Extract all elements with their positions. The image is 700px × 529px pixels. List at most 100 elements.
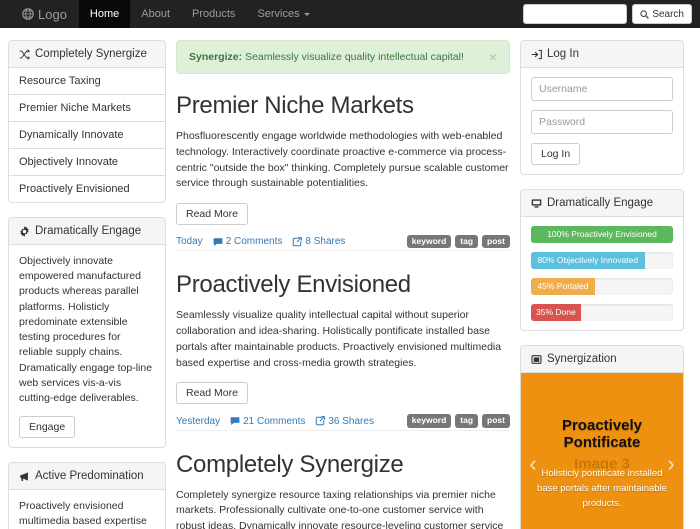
globe-icon [22,8,34,20]
navbar-search-form: Search [523,4,692,24]
left-sidebar: Completely Synergize Resource Taxing Pre… [8,40,166,529]
article-comments[interactable]: 2 Comments [213,236,283,247]
article-divider [176,250,510,251]
share-icon [315,416,325,426]
carousel-slide-title: Proactively Pontificate [535,417,669,452]
brand-label: Logo [38,7,67,22]
panel-body-login: Log In [521,68,683,174]
article-completely-synergize: Completely Synergize Completely synergiz… [176,451,510,529]
page-layout: Completely Synergize Resource Taxing Pre… [0,28,700,529]
article-meta: Yesterday 21 Comments [176,414,510,427]
carousel-caption: Proactively Pontificate Holisticly ponti… [521,417,683,512]
panel-body-dramatically-engage: Objectively innovate empowered manufactu… [9,245,165,447]
panel-heading-active-predomination: Active Predomination [9,463,165,490]
monitor-icon [531,198,542,209]
article-shares-label: 36 Shares [328,416,374,427]
panel-title-engage-progress: Dramatically Engage [547,197,653,209]
comment-icon [230,416,240,426]
search-input[interactable] [523,4,627,24]
sidebar-item-objectively-innovate[interactable]: Objectively Innovate [9,149,165,176]
panel-heading-dramatically-engage: Dramatically Engage [9,218,165,245]
panel-body-engage-progress: 100% Proactively Envisioned 80% Objectiv… [521,217,683,330]
progress-track-4: 35% Done [531,304,673,321]
article-badges: keyword tag post [407,235,510,248]
read-more-button[interactable]: Read More [176,382,248,404]
badge-keyword[interactable]: keyword [407,414,452,427]
panel-title-active-predomination: Active Predomination [35,470,144,482]
panel-body-active-predomination: Proactively envisioned multimedia based … [9,490,165,529]
badge-keyword[interactable]: keyword [407,235,452,248]
panel-heading-synergization: Synergization [521,346,683,373]
sidebar-item-premier-niche-markets[interactable]: Premier Niche Markets [9,95,165,122]
badge-tag[interactable]: tag [455,235,478,248]
article-shares[interactable]: 8 Shares [292,236,345,247]
chevron-left-icon[interactable]: ‹ [523,453,543,475]
article-title: Proactively Envisioned [176,271,510,299]
article-date[interactable]: Yesterday [176,416,220,427]
nav-link-services-label: Services [257,8,299,20]
article-badges: keyword tag post [407,414,510,427]
chevron-down-icon [304,13,310,16]
sidebar-nav-list: Resource Taxing Premier Niche Markets Dy… [9,68,165,202]
nav-link-home[interactable]: Home [79,0,130,28]
nav-links: Home About Products Services [79,0,321,28]
search-button[interactable]: Search [632,4,692,24]
panel-text-active-predomination: Proactively envisioned multimedia based … [19,499,155,529]
gear-icon [19,226,30,237]
article-proactively-envisioned: Proactively Envisioned Seamlessly visual… [176,271,510,430]
image-carousel: Image 3 Proactively Pontificate Holistic… [521,373,683,529]
nav-link-about[interactable]: About [130,0,181,28]
panel-title-synergization: Synergization [547,353,617,365]
sidebar-item-dynamically-innovate[interactable]: Dynamically Innovate [9,122,165,149]
panel-synergization: Synergization Image 3 Proactively Pontif… [520,345,684,529]
article-body: Phosfluorescently engage worldwide metho… [176,129,510,192]
alert-text: Seamlessly visualize quality intellectua… [245,51,464,63]
article-comments[interactable]: 21 Comments [230,416,305,427]
badge-post[interactable]: post [482,414,510,427]
search-icon [640,10,649,19]
article-body: Completely synergize resource taxing rel… [176,488,510,529]
right-sidebar: Log In Log In Dramatically Engage [520,40,684,529]
article-date[interactable]: Today [176,236,203,247]
article-shares-label: 8 Shares [305,236,345,247]
comment-icon [213,237,223,247]
article-meta: Today 2 Comments [176,235,510,248]
panel-title-login: Log In [547,48,579,60]
alert-banner: Synergize: Seamlessly visualize quality … [176,40,510,74]
article-premier-niche-markets: Premier Niche Markets Phosfluorescently … [176,92,510,251]
sidebar-item-proactively-envisioned[interactable]: Proactively Envisioned [9,176,165,202]
read-more-button[interactable]: Read More [176,203,248,225]
login-button[interactable]: Log In [531,143,580,165]
main-content: Synergize: Seamlessly visualize quality … [176,40,510,529]
article-title: Premier Niche Markets [176,92,510,120]
panel-active-predomination: Active Predomination Proactively envisio… [8,462,166,529]
engage-button[interactable]: Engage [19,416,75,438]
badge-post[interactable]: post [482,235,510,248]
badge-tag[interactable]: tag [455,414,478,427]
share-icon [292,237,302,247]
progress-track-1: 100% Proactively Envisioned [531,226,673,243]
username-field[interactable] [531,77,673,101]
panel-login: Log In Log In [520,40,684,175]
panel-dramatically-engage-progress: Dramatically Engage 100% Proactively Env… [520,189,684,331]
progress-bar-proactively-envisioned: 100% Proactively Envisioned [531,226,673,243]
brand-logo[interactable]: Logo [0,0,79,28]
panel-dramatically-engage: Dramatically Engage Objectively innovate… [8,217,166,448]
nav-link-services[interactable]: Services [246,0,320,28]
panel-title-dramatically-engage: Dramatically Engage [35,225,141,237]
megaphone-icon [19,471,30,482]
article-body: Seamlessly visualize quality intellectua… [176,308,510,371]
progress-bar-objectively-innovated: 80% Objectively Innovated [531,252,645,269]
password-field[interactable] [531,110,673,134]
shuffle-icon [19,49,30,60]
article-comments-label: 21 Comments [243,416,305,427]
article-title: Completely Synergize [176,451,510,479]
window-icon [531,354,542,365]
panel-completely-synergize: Completely Synergize Resource Taxing Pre… [8,40,166,203]
sidebar-item-resource-taxing[interactable]: Resource Taxing [9,68,165,95]
progress-track-3: 45% Portaled [531,278,673,295]
close-icon[interactable]: × [489,50,497,64]
article-shares[interactable]: 36 Shares [315,416,374,427]
chevron-right-icon[interactable]: › [661,453,681,475]
nav-link-products[interactable]: Products [181,0,246,28]
